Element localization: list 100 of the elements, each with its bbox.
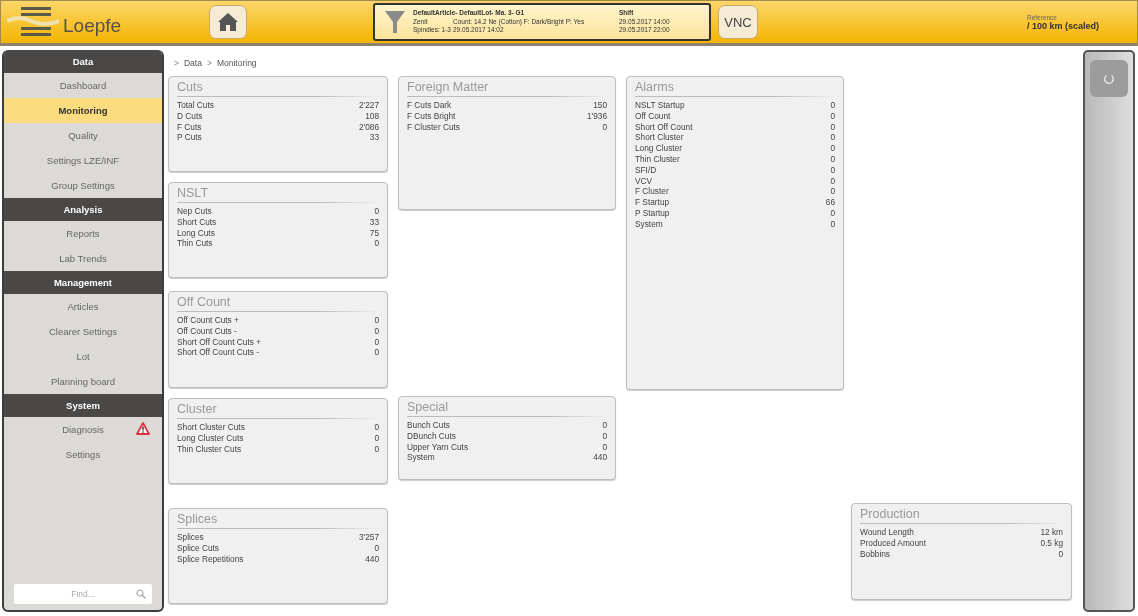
row-value: 0 [830, 121, 835, 133]
row-label: Thin Cluster [635, 154, 680, 165]
row-label: D Cuts [177, 110, 203, 122]
row-value: 0 [602, 441, 607, 453]
nav-item[interactable]: Monitoring [4, 98, 162, 123]
row-label: F Cuts Bright [407, 110, 456, 122]
home-button[interactable] [209, 5, 247, 39]
row-value: 0 [830, 132, 835, 144]
row-value: 0 [374, 315, 379, 326]
nav-item[interactable]: Settings LZE/INF [4, 148, 162, 173]
row-label: Short Cuts [177, 216, 217, 228]
row-label: System [635, 218, 663, 230]
row-label: F Startup [635, 197, 670, 208]
funnel-icon [385, 10, 405, 34]
row-label: P Startup [635, 207, 670, 219]
row-value: 75 [369, 227, 379, 239]
breadcrumb-item[interactable]: Data [183, 58, 202, 68]
row-value: 0 [602, 121, 607, 133]
row-value: 0 [374, 325, 379, 337]
row-value: 0 [374, 206, 379, 217]
row-label: Short Off Count Cuts - [177, 347, 259, 359]
nav-item[interactable]: Quality [4, 123, 162, 148]
card-title: Alarms [635, 80, 835, 97]
row-value: 33 [369, 216, 379, 228]
row-value: 3'257 [358, 532, 379, 543]
search-field[interactable]: Find... [14, 584, 152, 604]
card-title: Special [407, 400, 607, 417]
row-label: F Cluster [635, 186, 669, 198]
row-label: Off Count Cuts - [177, 325, 237, 337]
nav-item[interactable]: Diagnosis [4, 417, 162, 442]
refresh-icon [1103, 72, 1115, 85]
card-title: Cuts [177, 80, 379, 97]
row-label: Bobbins [860, 548, 890, 560]
row-value: 0 [374, 542, 379, 554]
row-value: 0 [830, 164, 835, 176]
row-value: 0 [830, 175, 835, 187]
row-label: SFI/D [635, 164, 657, 176]
section-header: Management [4, 271, 162, 294]
section-header: Data [4, 50, 162, 73]
row-value: 0 [374, 422, 379, 433]
row-label: Thin Cluster Cuts [177, 443, 242, 455]
row-label: Short Cluster [635, 132, 684, 144]
row-label: Short Cluster Cuts [177, 422, 245, 433]
search-icon [136, 589, 146, 599]
breadcrumb-item[interactable]: Monitoring [216, 58, 257, 68]
row-value: 0 [602, 430, 607, 442]
row-value: 2'227 [358, 100, 379, 111]
card-title: Splices [177, 512, 379, 529]
row-value: 12 km [1040, 527, 1063, 538]
nav-item[interactable]: Settings [4, 442, 162, 467]
row-value: 0 [830, 110, 835, 122]
row-value: 0 [830, 207, 835, 219]
nav-item[interactable]: Articles [4, 294, 162, 319]
breadcrumb-separator: > [206, 58, 212, 68]
row-value: 0 [830, 100, 835, 111]
row-value: 0 [830, 218, 835, 230]
nav-item[interactable]: Dashboard [4, 73, 162, 98]
breadcrumb-separator: > [174, 58, 179, 68]
row-label: NSLT Startup [635, 100, 685, 111]
logo-icon [7, 5, 59, 39]
row-value: 0 [374, 347, 379, 359]
row-label: Upper Yarn Cuts [407, 441, 469, 453]
row-label: Long Cluster Cuts [177, 432, 244, 444]
row-label: Total Cuts [177, 100, 214, 111]
row-label: Splices [177, 532, 204, 543]
row-label: DBunch Cuts [407, 430, 456, 442]
row-value: 2'086 [358, 121, 379, 133]
row-value: 0 [1058, 548, 1063, 560]
logo-text: Loepfe [63, 15, 122, 37]
row-label: Splice Repetitions [177, 553, 244, 565]
nav-item[interactable]: Lab Trends [4, 246, 162, 271]
row-label: P Cuts [177, 132, 202, 144]
nav-item[interactable]: Reports [4, 221, 162, 246]
row-label: VCV [635, 175, 653, 187]
vnc-button[interactable]: VNC [718, 5, 758, 39]
row-label: F Cuts Dark [407, 100, 452, 111]
row-value: 0 [374, 443, 379, 455]
row-value: 150 [593, 100, 607, 111]
row-value: 108 [365, 110, 379, 122]
reference-value: / 100 km (scaled) [1027, 20, 1101, 31]
nav-item[interactable]: Clearer Settings [4, 319, 162, 344]
row-value: 0 [830, 154, 835, 165]
row-value: 440 [593, 452, 607, 464]
section-header: System [4, 394, 162, 417]
section-header: Analysis [4, 198, 162, 221]
nav-item[interactable]: Planning board [4, 369, 162, 394]
row-label: F Cluster Cuts [407, 121, 461, 133]
nav-item[interactable]: Lot [4, 344, 162, 369]
row-value: 0 [830, 143, 835, 154]
row-label: Off Count [635, 110, 671, 122]
row-value: 1'936 [586, 110, 607, 122]
row-value: 0 [602, 420, 607, 431]
card-title: Cluster [177, 402, 379, 419]
row-label: Wound Length [860, 527, 914, 538]
nav-item[interactable]: Group Settings [4, 173, 162, 198]
row-label: Thin Cuts [177, 238, 213, 250]
row-value: 0 [374, 432, 379, 444]
row-value: 0 [374, 238, 379, 250]
card-title: Production [860, 507, 1063, 524]
home-icon [217, 12, 239, 32]
